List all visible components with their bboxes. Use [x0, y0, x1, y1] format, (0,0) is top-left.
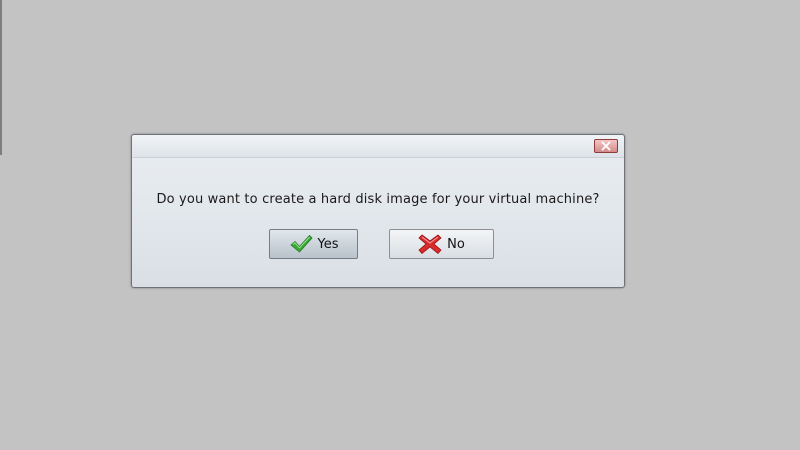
yes-button-label: Yes — [317, 236, 339, 252]
close-icon — [601, 141, 611, 151]
yes-button[interactable]: Yes — [269, 229, 358, 259]
checkmark-icon — [289, 233, 313, 255]
close-button[interactable] — [594, 139, 618, 153]
red-x-icon — [418, 233, 442, 255]
create-disk-dialog: Do you want to create a hard disk image … — [131, 134, 625, 288]
dialog-message: Do you want to create a hard disk image … — [156, 192, 600, 207]
no-button[interactable]: No — [389, 229, 494, 259]
window-edge — [0, 0, 2, 155]
dialog-titlebar[interactable] — [132, 135, 624, 158]
no-button-label: No — [447, 236, 465, 252]
